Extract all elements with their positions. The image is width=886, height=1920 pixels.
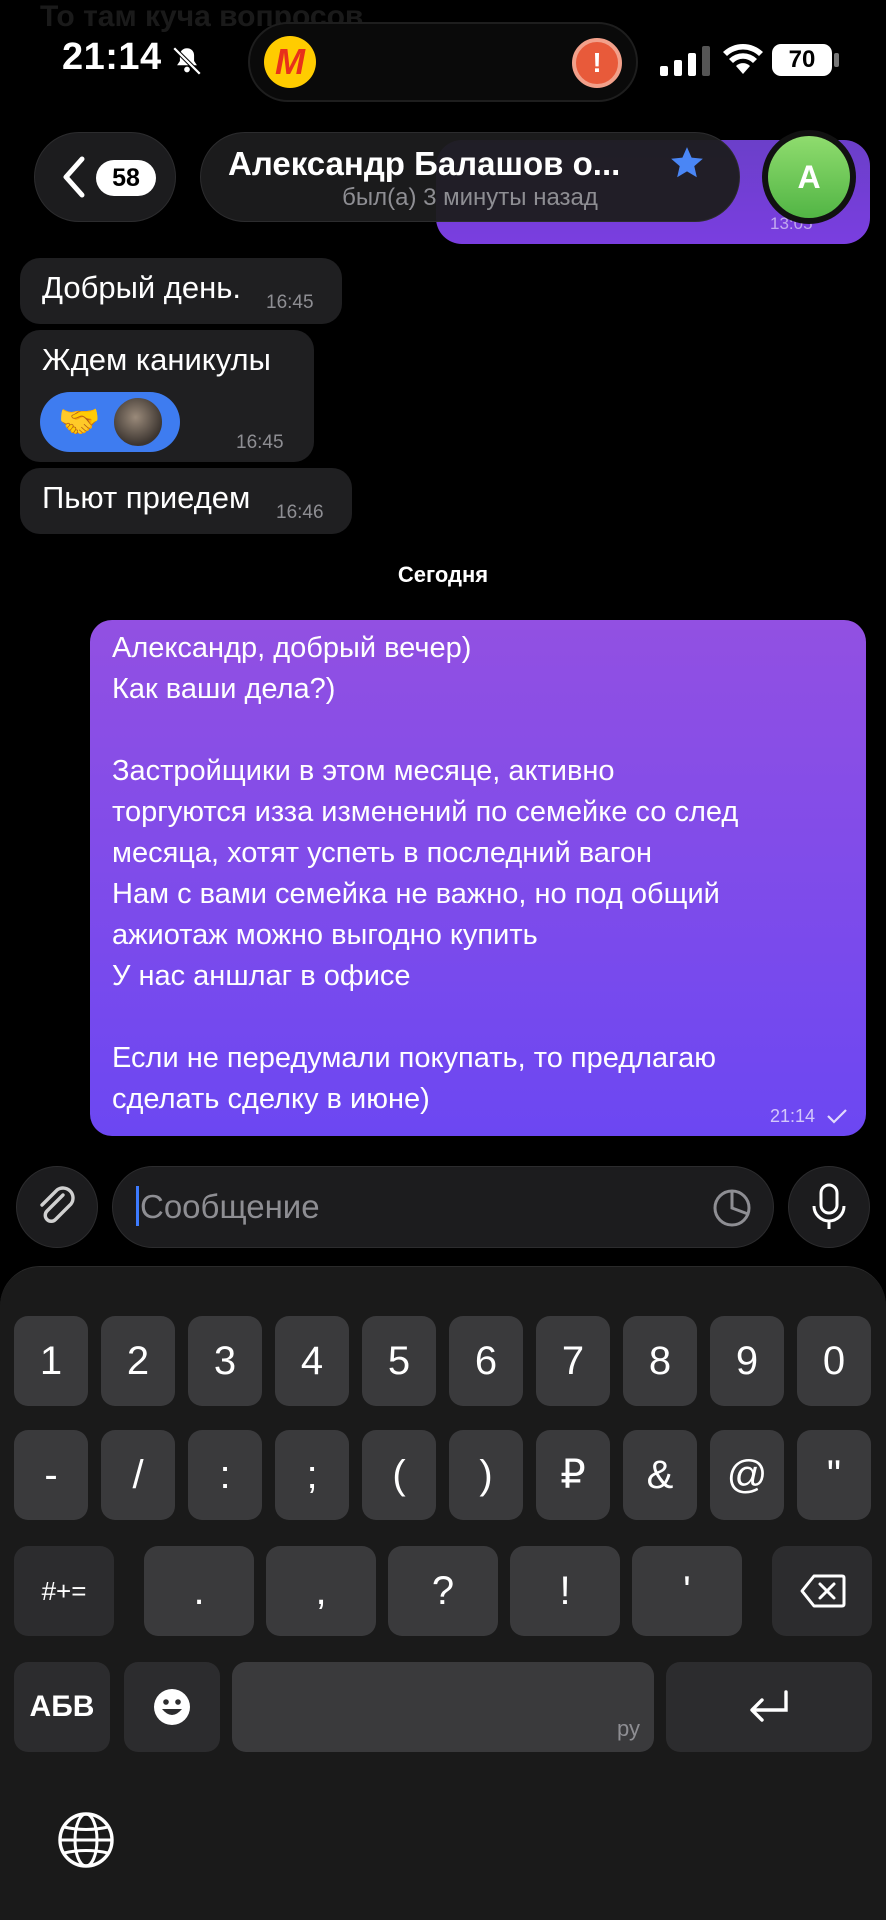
message-line: Нам с вами семейка не важно, но под общи… — [112, 878, 720, 910]
message-line: торгуются изза изменений по семейке со с… — [112, 796, 739, 828]
key[interactable]: @ — [710, 1430, 784, 1520]
keyboard-language-label: ру — [617, 1716, 640, 1741]
emoji-key[interactable] — [124, 1662, 220, 1752]
key[interactable]: ₽ — [536, 1430, 610, 1520]
backspace-icon — [800, 1574, 846, 1608]
cellular-signal-icon — [660, 46, 710, 76]
message-line: Если не передумали покупать, то предлага… — [112, 1042, 716, 1074]
key[interactable]: & — [623, 1430, 697, 1520]
message-line: сделать сделку в июне) — [112, 1083, 430, 1115]
key[interactable]: 6 — [449, 1316, 523, 1406]
space-key[interactable]: ру — [232, 1662, 654, 1752]
key[interactable]: , — [266, 1546, 376, 1636]
avatar[interactable]: А — [768, 136, 850, 218]
message-text: Добрый день. — [42, 270, 242, 305]
battery-tip — [834, 53, 839, 67]
message-line: Застройщики в этом месяце, активно — [112, 755, 615, 787]
key[interactable]: 8 — [623, 1316, 697, 1406]
key[interactable]: 4 — [275, 1316, 349, 1406]
return-key[interactable] — [666, 1662, 872, 1752]
unread-count-badge: 58 — [96, 160, 156, 196]
key[interactable]: ( — [362, 1430, 436, 1520]
message-line: Александр, добрый вечер) — [112, 632, 472, 664]
status-time: 21:14 — [62, 36, 162, 78]
message-line: месяца, хотят успеть в последний вагон — [112, 837, 652, 869]
message-text: Ждем каникулы — [42, 342, 271, 377]
message-time: 16:45 — [266, 292, 314, 313]
key[interactable]: " — [797, 1430, 871, 1520]
delete-key[interactable] — [772, 1546, 872, 1636]
key[interactable]: 7 — [536, 1316, 610, 1406]
key[interactable]: 1 — [14, 1316, 88, 1406]
key[interactable]: 0 — [797, 1316, 871, 1406]
message-time: 16:45 — [236, 432, 284, 453]
battery-indicator: 70 — [772, 44, 832, 76]
message-input-placeholder: Сообщение — [140, 1188, 320, 1225]
key[interactable]: ! — [510, 1546, 620, 1636]
emoji-icon — [154, 1689, 190, 1725]
sent-check-icon — [827, 1109, 847, 1124]
key[interactable]: 5 — [362, 1316, 436, 1406]
handshake-emoji: 🤝 — [58, 403, 101, 441]
microphone-icon — [812, 1183, 846, 1229]
key[interactable]: 2 — [101, 1316, 175, 1406]
key[interactable]: ? — [388, 1546, 498, 1636]
message-time: 21:14 — [770, 1106, 816, 1126]
key[interactable]: ' — [632, 1546, 742, 1636]
globe-icon[interactable] — [56, 1810, 116, 1870]
key[interactable]: : — [188, 1430, 262, 1520]
key[interactable]: 9 — [710, 1316, 784, 1406]
alphabet-key[interactable]: АБВ — [14, 1662, 110, 1752]
message-line: ажиотаж можно выгодно купить — [112, 919, 538, 951]
chevron-left-icon — [63, 156, 85, 198]
date-separator: Сегодня — [397, 562, 489, 587]
island-app-icon[interactable]: M — [264, 36, 316, 88]
reaction-user-avatar — [112, 396, 164, 448]
island-alert-icon[interactable]: ! — [572, 38, 622, 88]
key[interactable]: 3 — [188, 1316, 262, 1406]
symbols-key[interactable]: #+= — [14, 1546, 114, 1636]
key[interactable]: - — [14, 1430, 88, 1520]
message-text: Пьют приедем — [42, 480, 251, 515]
message-line: У нас аншлаг в офисе — [112, 960, 411, 992]
star-icon — [671, 147, 703, 178]
text-cursor — [136, 1186, 139, 1226]
message-time: 16:46 — [276, 502, 324, 523]
sticker-icon[interactable] — [712, 1188, 752, 1228]
bell-muted-icon — [172, 46, 202, 76]
key[interactable]: ) — [449, 1430, 523, 1520]
return-icon — [750, 1690, 788, 1722]
key[interactable]: ; — [275, 1430, 349, 1520]
wifi-icon — [723, 44, 763, 74]
key[interactable]: / — [101, 1430, 175, 1520]
key[interactable]: . — [144, 1546, 254, 1636]
paperclip-icon — [40, 1186, 75, 1223]
message-line: Как ваши дела?) — [112, 673, 336, 705]
last-seen-status: был(а) 3 минуты назад — [342, 184, 598, 211]
chat-title: Александр Балашов о... — [228, 145, 621, 182]
